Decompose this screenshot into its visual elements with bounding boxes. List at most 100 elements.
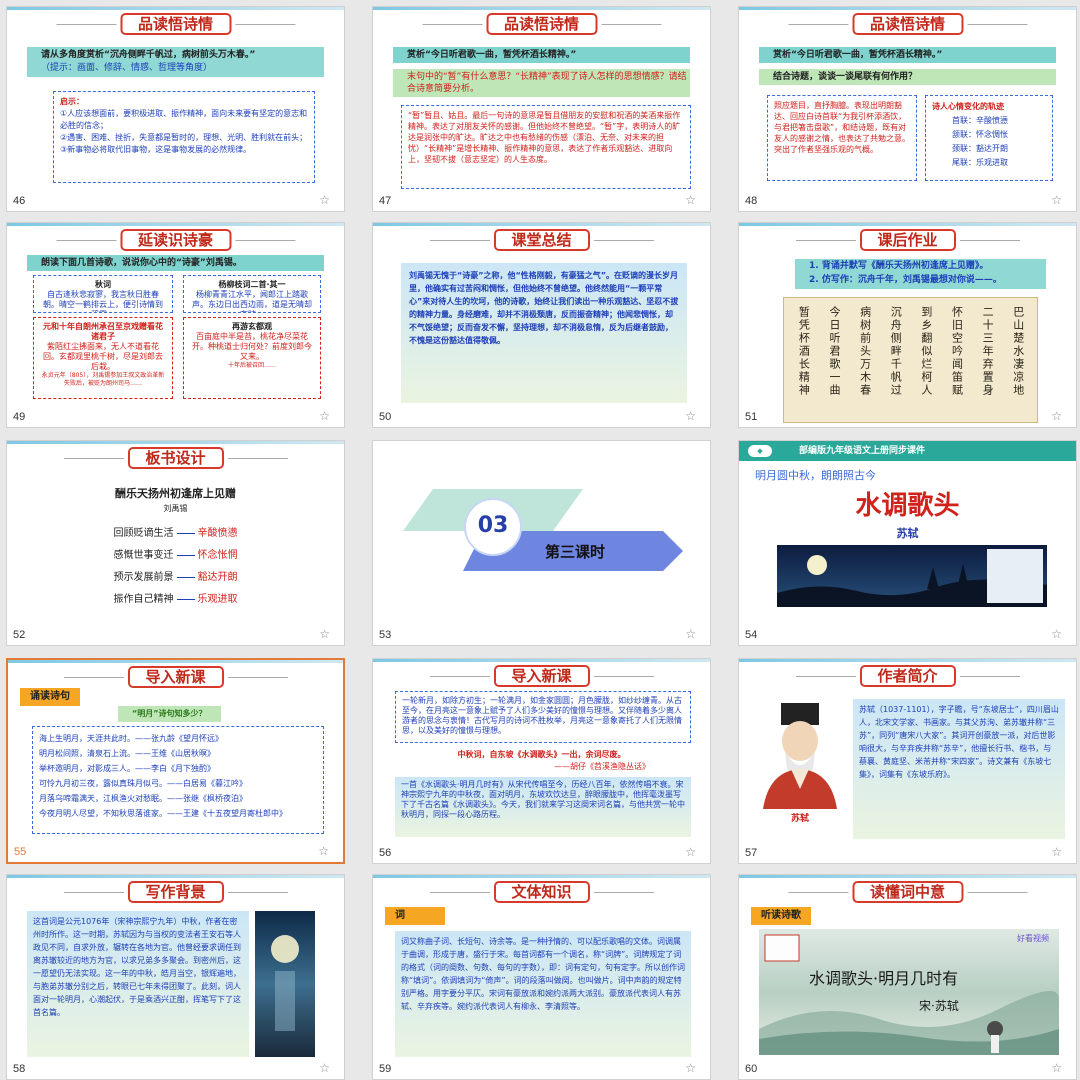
board-heading: 酬乐天扬州初逢席上见赠 <box>115 487 236 500</box>
poem-line: 今夜月明人尽望，不知秋思落谁家。——王建《十五夜望月寄杜郎中》 <box>39 809 287 818</box>
slide-number: 55 <box>14 846 27 858</box>
star-icon[interactable]: ☆ <box>1051 409 1062 423</box>
slide-title: 品读悟诗情 <box>787 13 1028 35</box>
board-row-key: 回顾贬谪生活 <box>113 528 174 539</box>
slide-thumbnail-52[interactable]: 板书设计 酬乐天扬州初逢席上见赠 刘禹锡 回顾贬谪生活 辛酸愤懑 感慨世事变迁 怀念… <box>6 440 345 646</box>
star-icon[interactable]: ☆ <box>1051 1061 1062 1075</box>
poem-title: 再游玄都观 <box>232 322 272 331</box>
slide-number: 56 <box>379 847 392 859</box>
slide-top-decor <box>373 223 710 226</box>
board-row: 预示发展前景 豁达开朗 <box>7 567 344 589</box>
summary-text: 刘禹锡无愧于“诗豪”之称，他“性格刚毅，有豪猛之气”。在贬谪的漫长岁月里，他确实… <box>409 271 679 345</box>
slide-thumbnail-57[interactable]: 作者简介 苏轼 苏轼（1037-1101），字子瞻，号“东坡居士”，四川眉山人，… <box>738 658 1077 864</box>
poem-line: 月落乌啼霜满天，江枫渔火对愁眠。——张继《枫桥夜泊》 <box>39 794 247 803</box>
slide-title: 课堂总结 <box>429 229 654 251</box>
section-label: 第三课时 <box>545 543 606 561</box>
slide-title: 板书设计 <box>63 447 288 469</box>
poem-note: 永贞元年（805），刘禹锡参加王叔文政治革新失败后，被贬为朗州司马…… <box>41 372 165 387</box>
question-band: 结合诗题，谈谈一谈尾联有何作用？ <box>759 69 1056 85</box>
connector-line <box>176 554 195 556</box>
star-icon[interactable]: ☆ <box>1051 627 1062 641</box>
poem-text: 紫陌红尘拂面来，无人不道看花回。玄都观里桃千树，尽是刘郎去后栽。 <box>43 342 163 371</box>
poem-text: 自古逢秋悲寂寥，我言秋日胜春朝。晴空一鹤排云上，便引诗情到碧霄。 <box>43 290 163 312</box>
slide-thumbnail-58[interactable]: 写作背景 这首词是公元1076年（宋神宗熙宁九年）中秋，作者在密州时所作。这一时… <box>6 874 345 1080</box>
genre-text: 词又称曲子词、长短句、诗余等。是一种抒情的、可以配乐歌唱的文体。词调属于曲调，形… <box>395 931 691 1057</box>
quote-source: ——胡仔《苕溪渔隐丛话》 <box>554 762 650 771</box>
board-row: 振作自己精神 乐观进取 <box>7 589 344 611</box>
answer-box: 照应题目，直抒胸臆。表现出明朗豁达、回应白诗首联“为我引杯添酒饮，与君把箸击盘歌… <box>767 95 917 181</box>
poem-card: 秋词 自古逢秋悲寂寥，我言秋日胜春朝。晴空一鹤排云上，便引诗情到碧霄。 <box>33 275 173 313</box>
star-icon[interactable]: ☆ <box>685 1061 696 1075</box>
badge-icon: ◆ <box>747 444 773 458</box>
star-icon[interactable]: ☆ <box>685 845 696 859</box>
slide-number: 51 <box>745 411 758 423</box>
poem-title: 杨柳枝词二首·其一 <box>218 280 286 289</box>
slide-title: 作者简介 <box>795 665 1020 687</box>
section-tag: 词 <box>385 907 445 925</box>
poem-line: 海上生明月，天涯共此时。——张九龄《望月怀远》 <box>39 734 223 743</box>
homework-task-1: 1. 背诵并默写《酬乐天扬州初逢席上见赠》。 <box>809 261 989 271</box>
background-text: 这首词是公元1076年（宋神宗熙宁九年）中秋，作者在密州时所作。这一时期，苏轼因… <box>27 911 249 1057</box>
connector-line <box>176 598 195 600</box>
quote-text: 中秋词，自东坡《水调歌头》一出，余词尽废。 <box>457 750 626 759</box>
slide-thumbnail-50[interactable]: 课堂总结 刘禹锡无愧于“诗豪”之称，他“性格刚毅，有豪猛之气”。在贬谪的漫长岁月… <box>372 222 711 428</box>
board-row-value: 怀念怅惘 <box>197 550 238 561</box>
board-row-value: 豁达开朗 <box>197 572 238 583</box>
slide-thumbnail-51[interactable]: 课后作业 1. 背诵并默写《酬乐天扬州初逢席上见赠》。 2. 仿写作：沉舟千年，… <box>738 222 1077 428</box>
prompt-hint: （提示：画面、修辞、情感、哲理等角度） <box>41 63 213 73</box>
insight-box: 启示： ①人应该想面前，要积极进取、振作精神，面向未来要有坚定的意志和必胜的信念… <box>53 91 315 183</box>
slide-title: 课后作业 <box>795 229 1020 251</box>
slide-thumbnail-46[interactable]: 品读悟诗情 请从多角度赏析“沉舟侧畔千帆过，病树前头万木春。” （提示：画面、修… <box>6 6 345 212</box>
slide-thumbnail-60[interactable]: 读懂词中意 听读诗歌 好看视频 水调歌头·明月几时有 宋·苏轼 60 ☆ <box>738 874 1077 1080</box>
slide-title: 读懂词中意 <box>787 881 1028 903</box>
slide-thumbnail-47[interactable]: 品读悟诗情 赏析“今日听君歌一曲，暂凭杯酒长精神。” 末句中的“暂”有什么意思？… <box>372 6 711 212</box>
homework-task-2: 2. 仿写作：沉舟千年，刘禹锡最想对你说——。 <box>809 275 1002 285</box>
moon-scene <box>777 549 1047 607</box>
star-icon[interactable]: ☆ <box>685 627 696 641</box>
calligraphy-column: 到乡翻似烂柯人 <box>919 306 933 397</box>
slide-grid: 品读悟诗情 请从多角度赏析“沉舟侧畔千帆过，病树前头万木春。” （提示：画面、修… <box>0 0 1080 1080</box>
star-icon[interactable]: ☆ <box>685 193 696 207</box>
slide-thumbnail-48[interactable]: 品读悟诗情 赏析“今日听君歌一曲，暂凭杯酒长精神。” 结合诗题，谈谈一谈尾联有何… <box>738 6 1077 212</box>
video-player[interactable]: 好看视频 水调歌头·明月几时有 宋·苏轼 <box>759 929 1059 1055</box>
trace-title: 诗人心情变化的轨迹 <box>932 102 1004 111</box>
insight-line-3: ③新事物必将取代旧事物，这是事物发展的必然规律。 <box>60 145 252 154</box>
calligraphy-column: 暂凭杯酒长精神 <box>797 306 811 397</box>
slide-top-decor <box>739 7 1076 10</box>
trace-item: 颔联：怀念惆怅 <box>952 130 1008 139</box>
poem-title: 秋词 <box>95 280 111 289</box>
prompt-chip: “明月”诗句知多少？ <box>118 706 221 722</box>
star-icon[interactable]: ☆ <box>319 409 330 423</box>
star-icon[interactable]: ☆ <box>1051 193 1062 207</box>
star-icon[interactable]: ☆ <box>319 193 330 207</box>
slide-title: 文体知识 <box>429 881 654 903</box>
star-icon[interactable]: ☆ <box>318 844 329 858</box>
slide-thumbnail-49[interactable]: 延读识诗豪 朗读下面几首诗歌，说说你心中的“诗豪”刘禹锡。 秋词 自古逢秋悲寂寥… <box>6 222 345 428</box>
board-row-value: 辛酸愤懑 <box>197 528 238 539</box>
section-divider-graphic <box>403 489 683 571</box>
slide-number: 54 <box>745 629 758 641</box>
slide-thumbnail-54[interactable]: 部编版九年级语文上册同步课件 ◆ 明月圆中秋，朗朗照古今 水调歌头 苏轼 54 … <box>738 440 1077 646</box>
slide-number: 53 <box>379 629 392 641</box>
author-portrait <box>755 699 845 809</box>
slide-top-decor <box>7 875 344 878</box>
prompt-band: 赏析“今日听君歌一曲，暂凭杯酒长精神。” <box>759 47 1056 63</box>
video-brand: 好看视频 <box>1017 934 1049 943</box>
board-rows: 回顾贬谪生活 辛酸愤懑 感慨世事变迁 怀念怅惘 预示发展前景 豁达开朗 振作自己精神 乐… <box>7 523 344 611</box>
board-row-key: 预示发展前景 <box>113 572 174 583</box>
calligraphy-column: 怀旧空吟闻笛赋 <box>950 306 964 397</box>
prompt-band: 赏析“今日听君歌一曲，暂凭杯酒长精神。” <box>393 47 690 63</box>
slide-top-decor <box>373 875 710 878</box>
slide-thumbnail-53[interactable]: 03 第三课时 53 ☆ <box>372 440 711 646</box>
poem-note: 十年后被召回…… <box>227 362 276 369</box>
star-icon[interactable]: ☆ <box>319 627 330 641</box>
slide-title: 写作背景 <box>63 881 288 903</box>
slide-thumbnail-59[interactable]: 文体知识 词 词又称曲子词、长短句、诗余等。是一种抒情的、可以配乐歌唱的文体。词… <box>372 874 711 1080</box>
connector-line <box>176 532 195 534</box>
star-icon[interactable]: ☆ <box>685 409 696 423</box>
moon-landscape-image <box>777 545 1047 607</box>
star-icon[interactable]: ☆ <box>1051 845 1062 859</box>
star-icon[interactable]: ☆ <box>319 1061 330 1075</box>
slide-thumbnail-56[interactable]: 导入新课 一轮新月，如除方初生；一轮满月，如金家圆圆；月色朦胧，如纱纱缠青。从古… <box>372 658 711 864</box>
slide-thumbnail-55[interactable]: 导入新课 诵读诗句 “明月”诗句知多少？ 海上生明月，天涯共此时。——张九龄《望… <box>6 658 345 864</box>
